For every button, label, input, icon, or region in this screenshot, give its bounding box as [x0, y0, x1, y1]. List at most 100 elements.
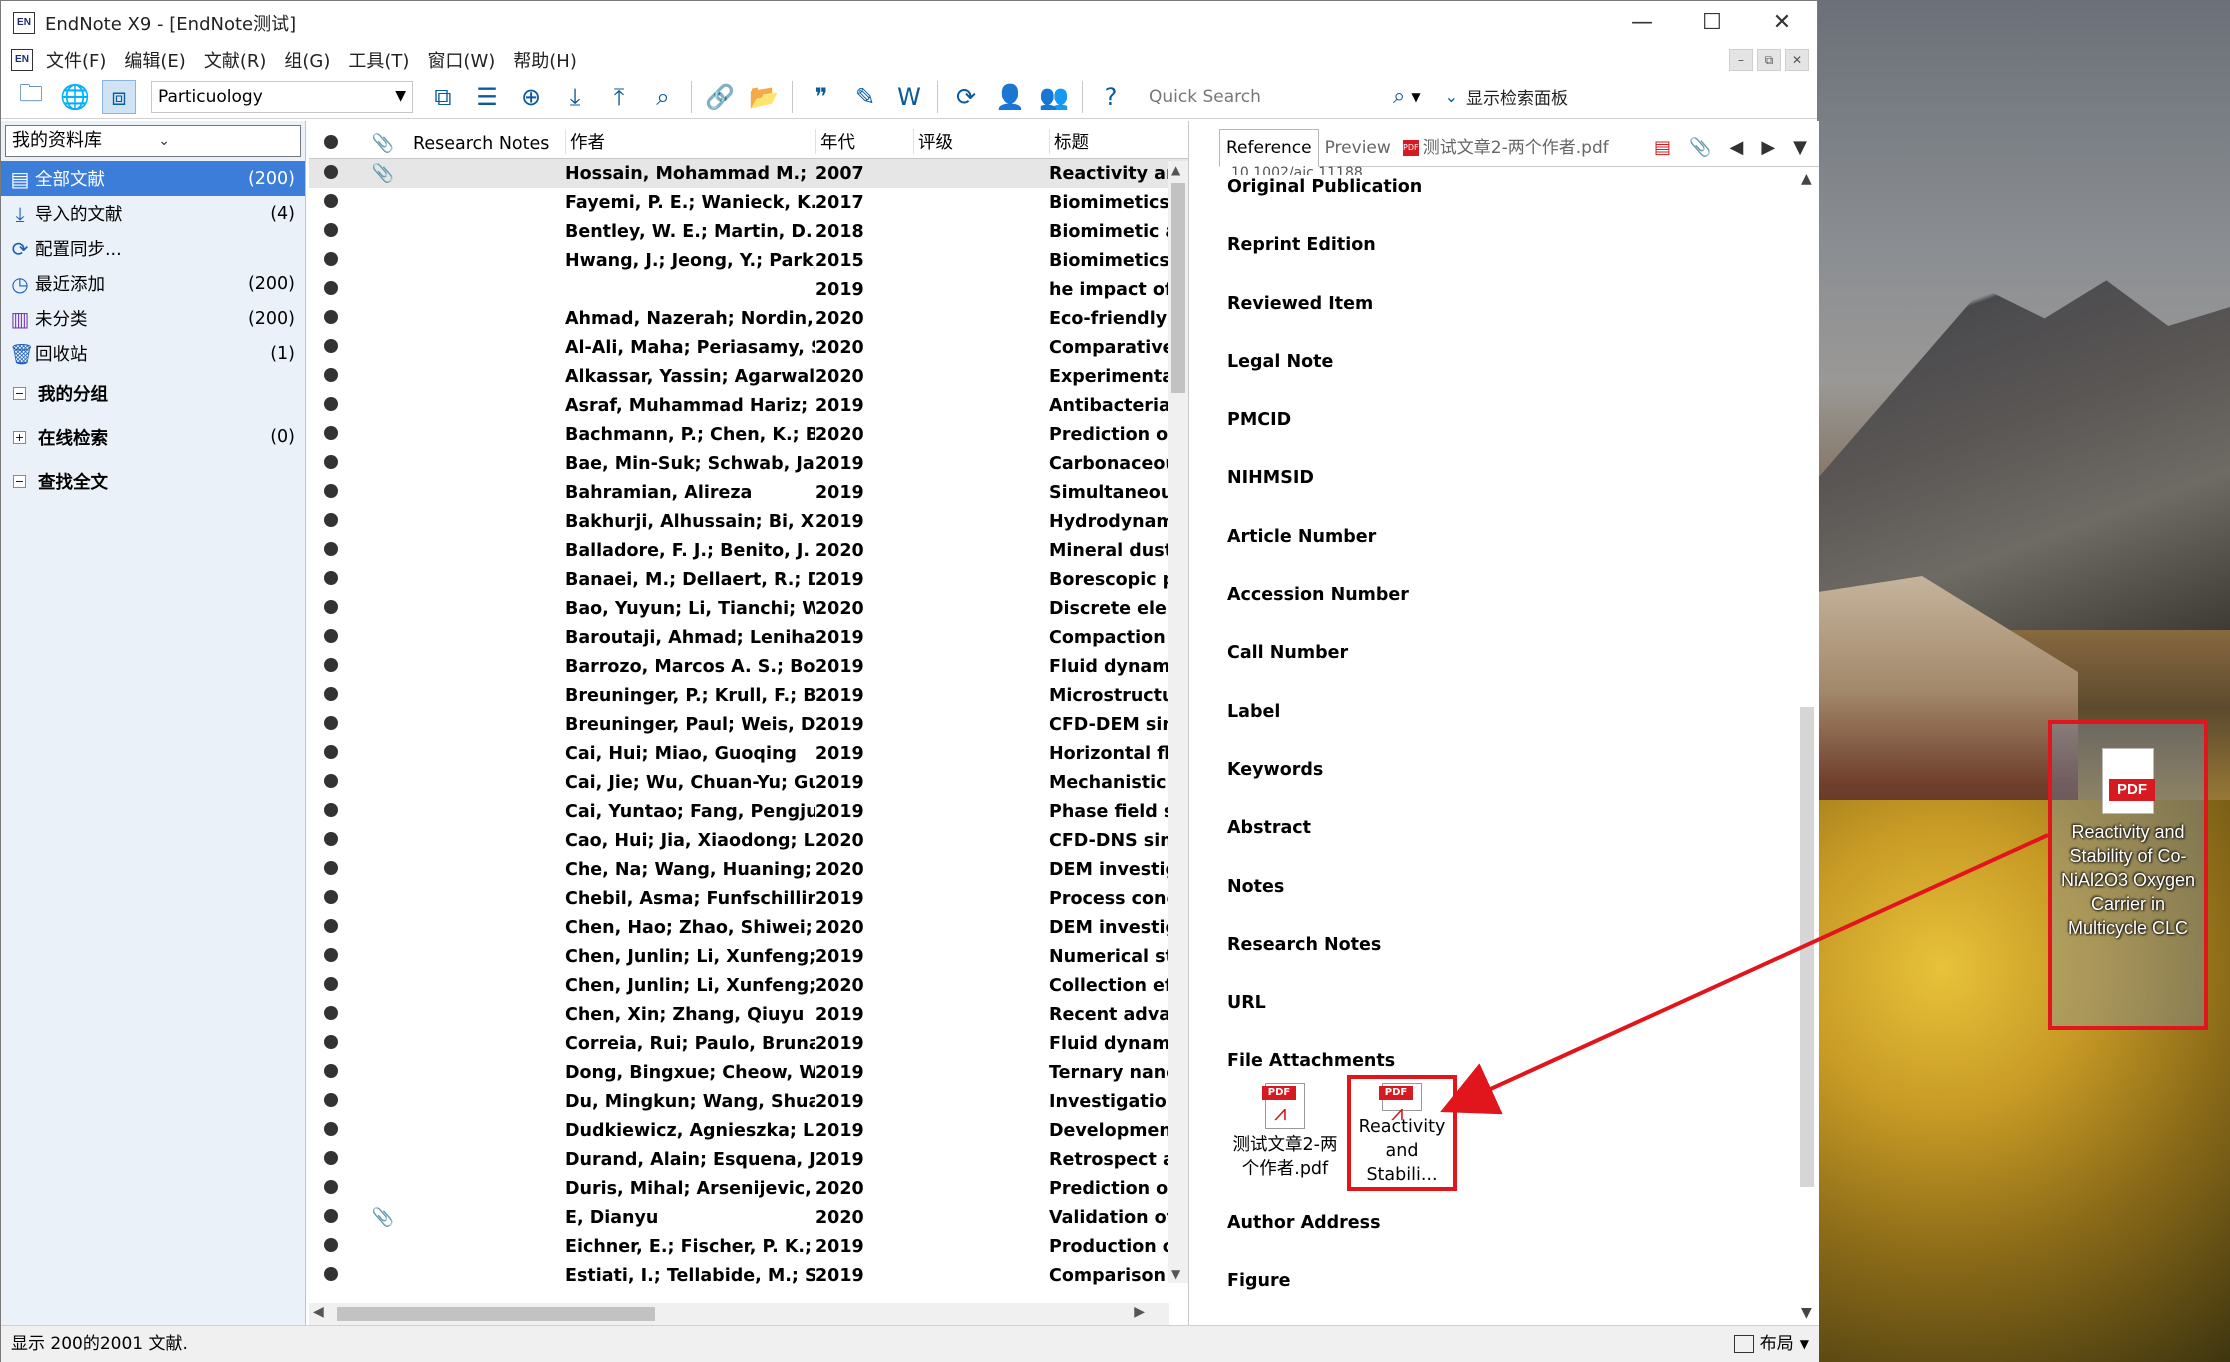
reference-field-label[interactable]: Call Number: [1227, 633, 1797, 691]
table-row[interactable]: Chen, Junlin; Li, Xunfeng; ... 2019 Numeri…: [309, 942, 1188, 971]
table-row[interactable]: Bahramian, Alireza 2019 Simultaneous e: [309, 478, 1188, 507]
open-file-icon[interactable]: 📂: [747, 80, 781, 114]
reference-field-label[interactable]: Reviewed Item: [1227, 284, 1797, 342]
close-button[interactable]: ✕: [1747, 1, 1817, 45]
reference-field-label[interactable]: Research Notes: [1227, 925, 1797, 983]
group-all-references[interactable]: ▤ 全部文献 (200): [1, 161, 305, 196]
new-reference-icon[interactable]: ☰: [470, 80, 504, 114]
reference-field-label[interactable]: Article Number: [1227, 517, 1797, 575]
table-row[interactable]: Balladore, F. J.; Benito, J. ... 2020 Mine…: [309, 536, 1188, 565]
quick-search-input[interactable]: Quick Search: [1143, 81, 1389, 113]
table-row[interactable]: Correia, Rui; Paulo, Bruna ...2019 Fluid …: [309, 1029, 1188, 1058]
search-icon[interactable]: ⌕: [1393, 84, 1405, 109]
scroll-down-icon[interactable]: ▼: [1171, 1267, 1180, 1281]
menu-edit[interactable]: 编辑(E): [115, 47, 194, 73]
layout-button[interactable]: 布局 ▼: [1733, 1326, 1809, 1362]
section-online-search[interactable]: + 在线检索 (0): [1, 415, 305, 459]
menu-file[interactable]: 文件(F): [37, 47, 115, 73]
table-row[interactable]: Breuninger, P.; Krull, F.; Bu...2019 Micr…: [309, 681, 1188, 710]
table-row[interactable]: Chen, Xin; Zhang, Qiuyu 2019 Recent advanc: [309, 1000, 1188, 1029]
collapse-icon[interactable]: −: [13, 474, 26, 488]
list-horizontal-scrollbar[interactable]: ◀ ▶: [309, 1303, 1169, 1325]
table-row[interactable]: Alkassar, Yassin; Agarwal, ...2020 Experi…: [309, 362, 1188, 391]
table-row[interactable]: Cao, Hui; Jia, Xiaodong; Li... 2020 CFD-DN…: [309, 826, 1188, 855]
next-reference-icon[interactable]: ▶: [1761, 137, 1775, 158]
table-row[interactable]: Eichner, E.; Fischer, P. K.; H...2019 Pro…: [309, 1232, 1188, 1261]
reference-field-label[interactable]: URL: [1227, 983, 1797, 1041]
menu-references[interactable]: 文献(R): [195, 47, 276, 73]
table-row[interactable]: Chebil, Asma; Funfschillin... 2019 Process…: [309, 884, 1188, 913]
help-icon[interactable]: ?: [1094, 80, 1128, 114]
list-vertical-scrollbar[interactable]: ▲ ▼: [1168, 161, 1188, 1283]
table-row[interactable]: Al-Ali, Maha; Periasamy, S...2020 Compara…: [309, 333, 1188, 362]
expand-icon[interactable]: +: [13, 430, 26, 444]
group-configure-sync[interactable]: ⟳ 配置同步...: [1, 231, 305, 266]
table-row[interactable]: Cai, Jie; Wu, Chuan-Yu; Gu... 2019 Mechani…: [309, 768, 1188, 797]
table-row[interactable]: Bakhurji, Alhussain; Bi, Xi... 2019 Hydrod…: [309, 507, 1188, 536]
word-icon[interactable]: W: [892, 80, 926, 114]
export-icon[interactable]: ⤒: [602, 80, 636, 114]
copy-formatted-icon[interactable]: ⧉: [426, 80, 460, 114]
table-row[interactable]: Cai, Yuntao; Fang, Pengjun...2019 Phase f…: [309, 797, 1188, 826]
menu-tools[interactable]: 工具(T): [339, 47, 418, 73]
reference-field-label[interactable]: Reprint Edition: [1227, 225, 1797, 283]
column-rating[interactable]: 评级: [913, 129, 1049, 154]
insert-citation-icon[interactable]: ❞: [804, 80, 838, 114]
table-row[interactable]: Banaei, M.; Dellaert, R.; D... 2019 Boresc…: [309, 565, 1188, 594]
menu-window[interactable]: 窗口(W): [418, 47, 504, 73]
doc-close-button[interactable]: ✕: [1785, 49, 1809, 71]
menu-help[interactable]: 帮助(H): [504, 47, 586, 73]
column-author[interactable]: 作者: [565, 129, 815, 154]
collapse-icon[interactable]: −: [13, 386, 26, 400]
open-pdf-icon[interactable]: ▤: [1654, 137, 1671, 158]
document-logo-icon[interactable]: EN: [11, 49, 33, 71]
open-link-icon[interactable]: 🔗: [703, 80, 737, 114]
reference-field-label[interactable]: PMCID: [1227, 400, 1797, 458]
sync-icon[interactable]: ⟳: [949, 80, 983, 114]
online-search-icon[interactable]: ⊕: [514, 80, 548, 114]
table-row[interactable]: Breuninger, Paul; Weis, D... 2019 CFD-DEM …: [309, 710, 1188, 739]
read-status-column-header[interactable]: [309, 134, 353, 154]
previous-reference-icon[interactable]: ◀: [1729, 137, 1743, 158]
attachment-column-header[interactable]: 📎: [353, 133, 413, 154]
table-row[interactable]: Cai, Hui; Miao, Guoqing 2019 Horizontal fl…: [309, 739, 1188, 768]
tab-preview[interactable]: Preview: [1319, 138, 1397, 166]
table-row[interactable]: Bao, Yuyun; Li, Tianchi; W... 2020 Discret…: [309, 594, 1188, 623]
tab-pdf[interactable]: PDF 测试文章2-两个作者.pdf: [1397, 133, 1615, 166]
reference-field-label[interactable]: Abstract: [1227, 808, 1797, 866]
table-row[interactable]: Ahmad, Nazerah; Nordin, ... 2020 Eco-frien…: [309, 304, 1188, 333]
show-search-panel-button[interactable]: ⌄ 显示检索面板: [1445, 84, 1568, 109]
table-row[interactable]: 2019 he impact of ra: [309, 275, 1188, 304]
table-row[interactable]: Durand, Alain; Esquena, J... 2019 Retrospe…: [309, 1145, 1188, 1174]
share-group-icon[interactable]: 👥: [1037, 80, 1071, 114]
column-research-notes[interactable]: Research Notes: [413, 134, 565, 154]
field-author-address[interactable]: Author Address: [1227, 1203, 1381, 1261]
scroll-right-icon[interactable]: ▶: [1134, 1304, 1145, 1320]
desktop-pdf-file[interactable]: PDF Reactivity and Stability of Co-NiAl2…: [2048, 720, 2208, 1030]
import-icon[interactable]: ⤓: [558, 80, 592, 114]
table-row[interactable]: Fayemi, P. E.; Wanieck, K.; ...2017 Biomi…: [309, 188, 1188, 217]
reference-field-label[interactable]: Notes: [1227, 867, 1797, 925]
group-recently-added[interactable]: ◷ 最近添加 (200): [1, 266, 305, 301]
table-row[interactable]: Asraf, Muhammad Hariz; ... 2019 Antibacter…: [309, 391, 1188, 420]
tab-reference[interactable]: Reference: [1219, 129, 1319, 167]
table-row[interactable]: Du, Mingkun; Wang, Shuai 2019 Investigatio…: [309, 1087, 1188, 1116]
reference-field-label[interactable]: Label: [1227, 692, 1797, 750]
scroll-up-icon[interactable]: ▲: [1171, 163, 1180, 177]
attach-file-icon[interactable]: 📎: [1689, 137, 1711, 158]
scroll-down-icon[interactable]: ▼: [1801, 1305, 1812, 1321]
table-row[interactable]: Chen, Hao; Zhao, Shiwei; ... 2020 DEM inve…: [309, 913, 1188, 942]
scroll-up-icon[interactable]: ▲: [1801, 171, 1812, 187]
group-unfiled[interactable]: ▥ 未分类 (200): [1, 301, 305, 336]
table-row[interactable]: 📎 Hossain, Mohammad M.; ... 2007 Reactivity…: [309, 159, 1188, 188]
panel-menu-icon[interactable]: ▼: [1793, 137, 1807, 158]
menu-groups[interactable]: 组(G): [275, 47, 339, 73]
online-search-mode-icon[interactable]: 🌐: [58, 80, 92, 114]
table-row[interactable]: Bae, Min-Suk; Schwab, Ja... 2019 Carbonace…: [309, 449, 1188, 478]
table-row[interactable]: Hwang, J.; Jeong, Y.; Park,... 2015 Biomim…: [309, 246, 1188, 275]
panel-scroll-thumb[interactable]: [1800, 707, 1814, 1187]
reference-field-label[interactable]: Legal Note: [1227, 342, 1797, 400]
library-header[interactable]: 我的资料库 ⌄: [5, 125, 301, 157]
table-row[interactable]: Chen, Junlin; Li, Xunfeng; ... 2020 Collec…: [309, 971, 1188, 1000]
search-options-chevron-icon[interactable]: ▼: [1411, 90, 1420, 104]
